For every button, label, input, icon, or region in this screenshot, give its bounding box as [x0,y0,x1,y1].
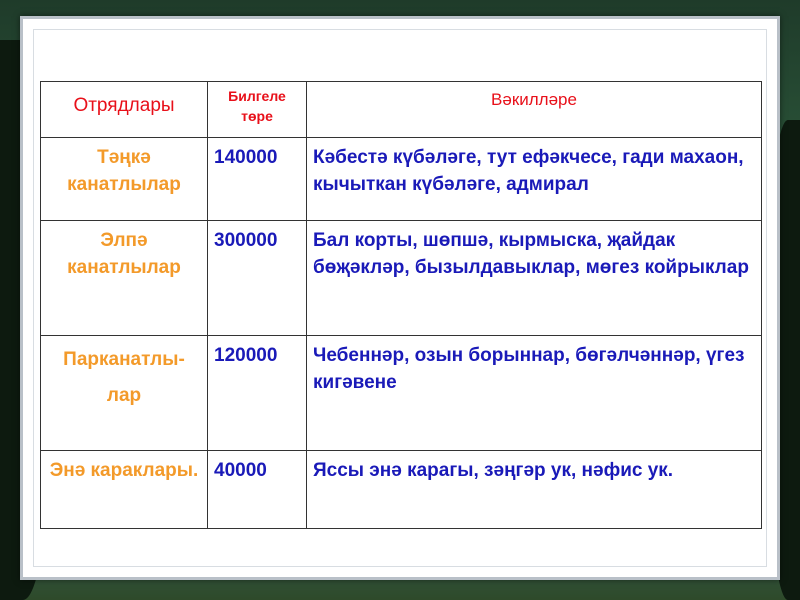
header-species-count: Билгеле төре [207,81,307,138]
representatives: Яссы энә карагы, зәңгәр ук, нәфис ук. [306,450,762,529]
table-row: Элпә канатлылар 300000 Бал корты, шөпшә,… [40,220,762,336]
species-count: 40000 [207,450,307,529]
table-row: Парканатлы-лар 120000 Чебеннәр, озын бор… [40,335,762,451]
insect-orders-table: Отрядлары Билгеле төре Вәкилләре Тәңкә к… [40,81,762,529]
order-name: Тәңкә канатлылар [40,137,208,221]
species-count: 120000 [207,335,307,451]
order-name: Элпә канатлылар [40,220,208,336]
header-orders: Отрядлары [40,81,208,138]
representatives: Чебеннәр, озын борыннар, бөгәлчәннәр, үг… [306,335,762,451]
table-row: Энә караклары. 40000 Яссы энә карагы, зә… [40,450,762,529]
order-name: Энә караклары. [40,450,208,529]
table-header-row: Отрядлары Билгеле төре Вәкилләре [40,81,762,138]
representatives: Кәбестә күбәләге, тут ефәкчесе, гади мах… [306,137,762,221]
header-representatives: Вәкилләре [306,81,762,138]
order-name: Парканатлы-лар [40,335,208,451]
representatives: Бал корты, шөпшә, кырмыска, җайдак бөҗәк… [306,220,762,336]
table-row: Тәңкә канатлылар 140000 Кәбестә күбәләге… [40,137,762,221]
species-count: 300000 [207,220,307,336]
species-count: 140000 [207,137,307,221]
